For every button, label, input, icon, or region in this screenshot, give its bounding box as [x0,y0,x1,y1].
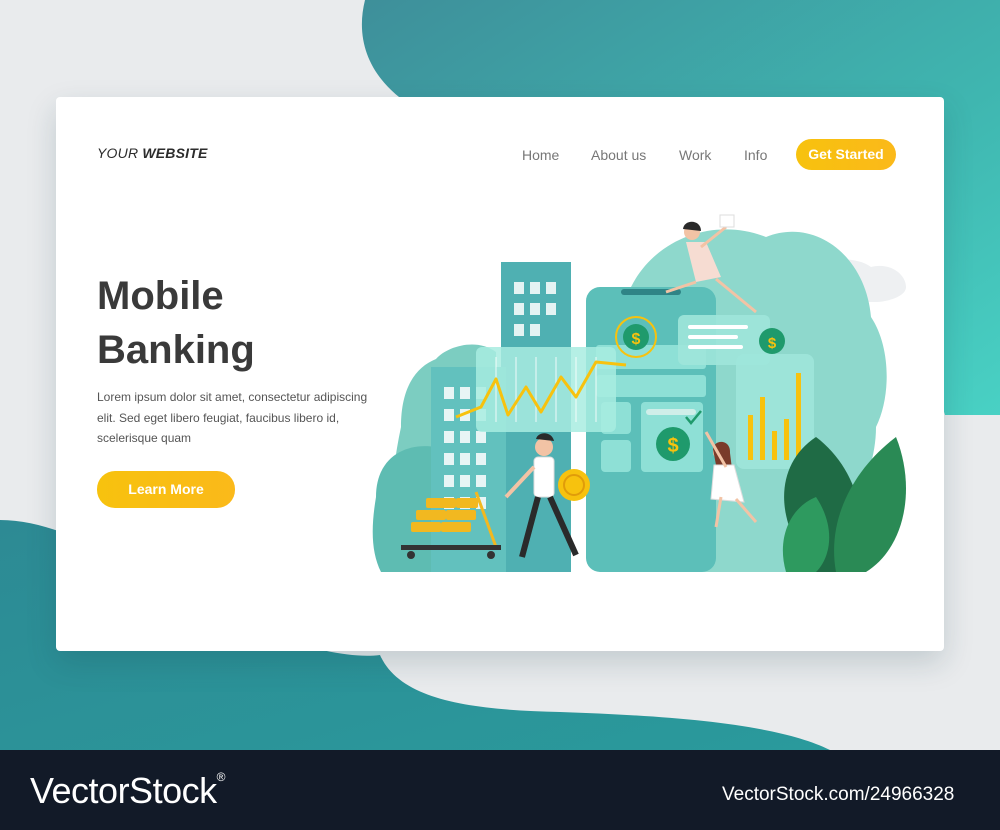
registered-mark: ® [216,770,226,784]
watermark-brand: VectorStock® [30,770,225,812]
logo-name: WEBSITE [142,145,208,161]
learn-more-button[interactable]: Learn More [97,471,235,508]
logo-prefix: YOUR [97,145,139,161]
nav-work[interactable]: Work [679,147,711,163]
watermark-bar: VectorStock® VectorStock.com/24966328 [0,750,1000,830]
person-body [533,456,555,498]
person-head [535,438,553,456]
watermark-brand-text: VectorStock [30,770,217,811]
dollar-symbol: $ [667,435,678,457]
nav-home[interactable]: Home [522,147,559,163]
nav-about-us[interactable]: About us [591,147,646,163]
page-title: Mobile Banking [97,269,397,377]
get-started-button[interactable]: Get Started [796,139,896,170]
mobile-banking-illustration: $ $ $ [372,214,906,572]
landing-card: YOUR WEBSITE Home About us Work Info Get… [56,97,944,651]
title-line-2: Banking [97,328,255,372]
hero-description: Lorem ipsum dolor sit amet, consectetur … [97,390,368,445]
dollar-symbol: $ [768,335,777,352]
coin-shape [558,469,590,501]
line-chart-panel [476,347,616,432]
title-line-1: Mobile [97,274,224,318]
cart-base [401,545,501,550]
site-logo[interactable]: YOUR WEBSITE [97,145,208,161]
watermark-id: VectorStock.com/24966328 [722,784,955,805]
dollar-symbol: $ [632,331,641,348]
nav-info[interactable]: Info [744,147,767,163]
